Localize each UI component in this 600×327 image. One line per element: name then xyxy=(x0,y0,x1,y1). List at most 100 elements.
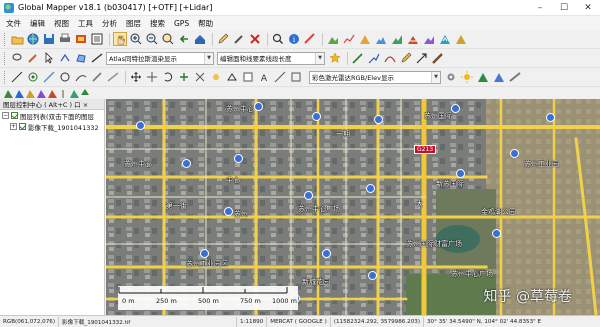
poi-marker-icon[interactable] xyxy=(374,115,383,124)
save-icon[interactable] xyxy=(42,32,56,46)
poi-marker-icon[interactable] xyxy=(234,154,243,163)
digitize-pencil-icon[interactable] xyxy=(216,32,230,46)
lidar-icon[interactable] xyxy=(438,32,452,46)
rotate-icon[interactable] xyxy=(161,70,175,84)
water-level-icon[interactable] xyxy=(492,70,506,84)
snap-icon[interactable] xyxy=(209,70,223,84)
select-arrow-icon[interactable] xyxy=(42,51,56,65)
layer-control-icon[interactable] xyxy=(90,32,104,46)
zoom-box-icon[interactable] xyxy=(161,32,175,46)
sun-shading-icon[interactable] xyxy=(460,70,474,84)
view-shed-icon[interactable] xyxy=(358,32,372,46)
collapse-icon[interactable]: − xyxy=(2,112,9,119)
terrain-e-icon[interactable] xyxy=(48,89,57,98)
poi-marker-icon[interactable] xyxy=(456,169,465,178)
back-arrow-icon[interactable] xyxy=(177,32,191,46)
full-view-icon[interactable] xyxy=(193,32,207,46)
terrain-c-icon[interactable] xyxy=(26,89,35,98)
expand-icon[interactable]: + xyxy=(10,123,17,130)
open-globe-icon[interactable] xyxy=(26,32,40,46)
move-vertex-icon[interactable] xyxy=(145,70,159,84)
vertex-icon[interactable] xyxy=(58,51,72,65)
poi-marker-icon[interactable] xyxy=(304,191,313,200)
draw-curve-icon[interactable] xyxy=(383,51,397,65)
tree-root-row[interactable]: − 图层列表(双击下面的图层 xyxy=(0,110,104,121)
menu-gps[interactable]: GPS xyxy=(174,19,189,28)
volume-icon[interactable] xyxy=(422,32,436,46)
circle-tool-icon[interactable] xyxy=(58,70,72,84)
grid-line-icon[interactable] xyxy=(42,70,56,84)
print-icon[interactable] xyxy=(58,32,72,46)
maximize-button[interactable]: ☐ xyxy=(552,0,576,16)
poi-marker-icon[interactable] xyxy=(510,149,519,158)
menu-file[interactable]: 文件 xyxy=(6,18,21,29)
layer-checkbox[interactable] xyxy=(11,112,18,119)
tree-layer-row[interactable]: + 影像下载_1901041332 xyxy=(0,121,104,132)
poi-marker-icon[interactable] xyxy=(200,249,209,258)
layer-checkbox[interactable] xyxy=(19,123,26,130)
brush-icon[interactable] xyxy=(26,51,40,65)
elevation-grid-icon[interactable] xyxy=(454,32,468,46)
feature-info-icon[interactable] xyxy=(241,70,255,84)
menu-help[interactable]: 帮助 xyxy=(198,18,213,29)
lasso-icon[interactable] xyxy=(10,51,24,65)
text-tool-icon[interactable]: A xyxy=(257,70,271,84)
layer-icon[interactable] xyxy=(74,32,88,46)
poi-marker-icon[interactable] xyxy=(451,104,460,113)
line-icon[interactable] xyxy=(90,51,104,65)
minimize-button[interactable]: – xyxy=(528,0,552,16)
spline-icon[interactable] xyxy=(74,70,88,84)
poi-marker-icon[interactable] xyxy=(546,113,555,122)
vertical-exag-icon[interactable] xyxy=(508,70,522,84)
search-icon[interactable] xyxy=(271,32,285,46)
terrain-3d-icon[interactable] xyxy=(374,32,388,46)
poi-marker-icon[interactable] xyxy=(368,271,377,280)
open-folder-icon[interactable] xyxy=(10,32,24,46)
target-icon[interactable] xyxy=(26,70,40,84)
terrain-f-icon[interactable] xyxy=(59,89,68,98)
contour-icon[interactable] xyxy=(406,32,420,46)
draw-pencil-icon[interactable] xyxy=(399,51,413,65)
terrain-g-icon[interactable] xyxy=(70,89,79,98)
star-icon[interactable] xyxy=(328,51,342,65)
terrain-d-icon[interactable] xyxy=(37,89,46,98)
menu-analysis[interactable]: 分析 xyxy=(102,18,117,29)
terrain-b-icon[interactable] xyxy=(15,89,24,98)
draw-line-icon[interactable] xyxy=(351,51,365,65)
split-icon[interactable] xyxy=(193,70,207,84)
shader-select[interactable]: 彩色激光雷达RGB/Elev显示 ▼ xyxy=(309,70,441,84)
menu-search[interactable]: 搜索 xyxy=(150,18,165,29)
draw-polyline-icon[interactable] xyxy=(367,51,381,65)
polygon-icon[interactable] xyxy=(74,51,88,65)
edit-icon[interactable] xyxy=(232,32,246,46)
poi-marker-icon[interactable] xyxy=(254,102,263,111)
poi-marker-icon[interactable] xyxy=(136,121,145,130)
poi-marker-icon[interactable] xyxy=(224,207,233,216)
menu-layer[interactable]: 图层 xyxy=(126,18,141,29)
add-vertex-icon[interactable] xyxy=(177,70,191,84)
close-button[interactable]: ✕ xyxy=(576,0,600,16)
reshape-icon[interactable] xyxy=(225,70,239,84)
watershed-icon[interactable] xyxy=(390,32,404,46)
toolbar-grip[interactable] xyxy=(4,51,7,65)
terrain-a-icon[interactable] xyxy=(4,89,13,98)
menu-view[interactable]: 视图 xyxy=(54,18,69,29)
poi-marker-icon[interactable] xyxy=(312,112,321,121)
settings-gear-icon[interactable] xyxy=(444,70,458,84)
path-profile-icon[interactable] xyxy=(342,32,356,46)
pen-icon[interactable] xyxy=(90,70,104,84)
menu-edit[interactable]: 编辑 xyxy=(30,18,45,29)
poi-marker-icon[interactable] xyxy=(322,249,331,258)
poi-marker-icon[interactable] xyxy=(492,229,501,238)
menu-tools[interactable]: 工具 xyxy=(78,18,93,29)
measure-line-icon[interactable] xyxy=(10,70,24,84)
label-icon[interactable] xyxy=(289,70,303,84)
draw-ruler-icon[interactable] xyxy=(431,51,445,65)
slope-icon[interactable] xyxy=(106,70,120,84)
edit-segment-select[interactable]: 编辑面和线要素线段长度 ▼ xyxy=(217,51,325,65)
toolbar-grip[interactable] xyxy=(4,32,7,46)
toolbar-grip[interactable] xyxy=(4,70,7,84)
info-icon[interactable]: i xyxy=(287,32,301,46)
hill-shade-icon[interactable] xyxy=(476,70,490,84)
atlas-render-select[interactable]: Atlas同特拉斯渲染显示 ▼ xyxy=(106,51,214,65)
